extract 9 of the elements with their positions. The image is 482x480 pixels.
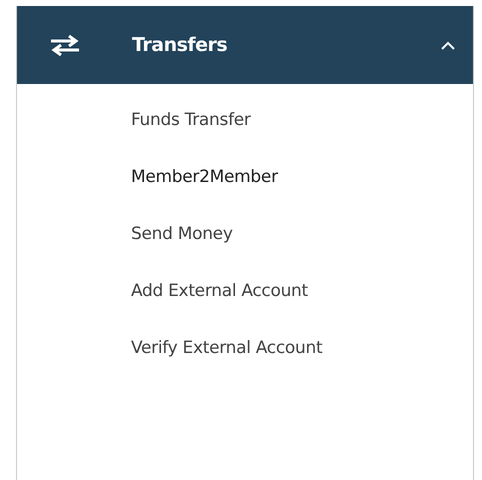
transfer-arrows-icon <box>49 34 81 56</box>
menu-title: Transfers <box>132 34 228 56</box>
chevron-icon[interactable] <box>441 40 455 50</box>
menu-item[interactable]: Member2Member <box>17 165 473 222</box>
menu-header[interactable]: Transfers <box>17 6 473 84</box>
menu-item[interactable]: Send Money <box>17 222 473 279</box>
menu-item[interactable]: Verify External Account <box>17 336 473 393</box>
menu-item[interactable]: Funds Transfer <box>17 108 473 165</box>
menu-item[interactable]: Add External Account <box>17 279 473 336</box>
